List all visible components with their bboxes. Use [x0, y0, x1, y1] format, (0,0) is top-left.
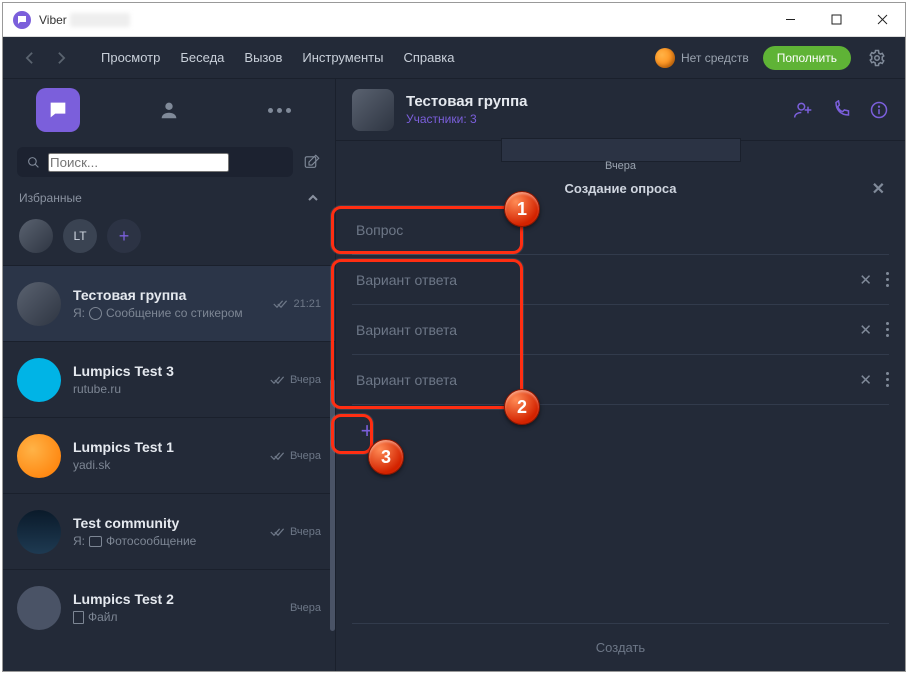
chat-item-subtitle: rutube.ru — [73, 382, 270, 396]
chat-list-item[interactable]: Test community Я:ФотосообщениеВчера — [3, 493, 335, 569]
option-remove-button[interactable]: ✕ — [859, 371, 872, 389]
option-drag-handle[interactable] — [886, 272, 889, 287]
compose-button[interactable] — [303, 153, 321, 171]
poll-option-row[interactable]: ✕ — [352, 355, 889, 405]
favorite-contact[interactable] — [19, 219, 53, 253]
chat-item-meta: Вчера — [270, 450, 321, 462]
read-checks-icon — [270, 375, 286, 385]
chat-item-meta: Вчера — [290, 602, 321, 614]
chat-members[interactable]: Участники: 3 — [406, 112, 793, 126]
option-drag-handle[interactable] — [886, 322, 889, 337]
chat-header: Тестовая группа Участники: 3 — [336, 79, 905, 141]
add-member-icon[interactable] — [793, 100, 813, 120]
balance-indicator[interactable]: Нет средств — [655, 48, 749, 68]
settings-button[interactable] — [859, 49, 895, 67]
message-strip: Вчера — [336, 141, 905, 171]
call-icon[interactable] — [831, 100, 851, 120]
chat-item-subtitle: Я:Фотосообщение — [73, 534, 270, 548]
tab-contacts[interactable] — [147, 88, 191, 132]
favorite-contact[interactable]: LT — [63, 219, 97, 253]
option-remove-button[interactable]: ✕ — [859, 321, 872, 339]
chat-item-title: Lumpics Test 2 — [73, 591, 290, 607]
poll-option-input[interactable] — [352, 266, 859, 294]
camera-icon — [89, 536, 102, 547]
chat-item-meta: Вчера — [270, 374, 321, 386]
chat-item-avatar — [17, 358, 61, 402]
chat-item-subtitle: Файл — [73, 610, 290, 624]
window-close-button[interactable] — [859, 3, 905, 37]
scrollbar-thumb[interactable] — [330, 379, 335, 631]
favorites-header[interactable]: Избранные — [3, 183, 335, 213]
file-icon — [73, 611, 84, 624]
chat-item-subtitle: Я:Сообщение со стикером — [73, 306, 273, 320]
chat-list-item[interactable]: Lumpics Test 2 ФайлВчера — [3, 569, 335, 645]
chat-list-item[interactable]: Тестовая группа Я:Сообщение со стикером21… — [3, 265, 335, 341]
sidebar: Избранные LT + Тестовая группа Я:Сообщени… — [3, 79, 336, 671]
chat-list-item[interactable]: Lumpics Test 3 rutube.ruВчера — [3, 341, 335, 417]
smiley-icon — [89, 307, 102, 320]
option-remove-button[interactable]: ✕ — [859, 271, 872, 289]
search-field[interactable] — [48, 153, 229, 172]
search-input[interactable] — [17, 147, 293, 177]
nav-back-button[interactable] — [15, 44, 43, 72]
poll-add-option-button[interactable]: + — [352, 416, 382, 446]
poll-option-input[interactable] — [352, 366, 859, 394]
poll-panel-title: Создание опроса — [565, 181, 677, 196]
read-checks-icon — [270, 527, 286, 537]
chat-title: Тестовая группа — [406, 93, 793, 110]
poll-create-panel: Создание опроса ✕ ✕ — [336, 171, 905, 671]
menu-help[interactable]: Справка — [403, 50, 454, 65]
chat-item-title: Тестовая группа — [73, 287, 273, 303]
chat-item-avatar — [17, 282, 61, 326]
window-title-blur — [70, 13, 130, 27]
chat-item-meta: 21:21 — [273, 298, 321, 310]
poll-option-row[interactable]: ✕ — [352, 255, 889, 305]
poll-create-button[interactable]: Создать — [352, 623, 889, 671]
chat-item-title: Lumpics Test 1 — [73, 439, 270, 455]
poll-question-field[interactable] — [352, 205, 889, 255]
poll-close-button[interactable]: ✕ — [872, 179, 885, 199]
chat-item-title: Lumpics Test 3 — [73, 363, 270, 379]
viber-logo-icon — [13, 11, 31, 29]
chat-item-avatar — [17, 434, 61, 478]
menu-call[interactable]: Вызов — [244, 50, 282, 65]
chat-list: Тестовая группа Я:Сообщение со стикером21… — [3, 265, 335, 671]
chat-content: Тестовая группа Участники: 3 Вчера — [336, 79, 905, 671]
read-checks-icon — [273, 299, 289, 309]
chat-item-avatar — [17, 586, 61, 630]
chat-avatar[interactable] — [352, 89, 394, 131]
chat-item-avatar — [17, 510, 61, 554]
chat-item-title: Test community — [73, 515, 270, 531]
favorite-add-button[interactable]: + — [107, 219, 141, 253]
option-drag-handle[interactable] — [886, 372, 889, 387]
window-minimize-button[interactable] — [767, 3, 813, 37]
menu-view[interactable]: Просмотр — [101, 50, 160, 65]
chat-list-item[interactable]: Lumpics Test 1 yadi.skВчера — [3, 417, 335, 493]
balance-label: Нет средств — [681, 51, 749, 65]
menubar: Просмотр Беседа Вызов Инструменты Справк… — [3, 37, 905, 79]
window-titlebar: Viber — [3, 3, 905, 37]
balance-icon — [655, 48, 675, 68]
menu-tools[interactable]: Инструменты — [302, 50, 383, 65]
chat-item-meta: Вчера — [270, 526, 321, 538]
window-title: Viber — [39, 13, 67, 27]
tab-more[interactable] — [258, 88, 302, 132]
topup-button[interactable]: Пополнить — [763, 46, 851, 70]
chevron-up-icon — [307, 192, 319, 204]
menu-chat[interactable]: Беседа — [180, 50, 224, 65]
poll-option-row[interactable]: ✕ — [352, 305, 889, 355]
nav-forward-button[interactable] — [47, 44, 75, 72]
favorites-label: Избранные — [19, 191, 82, 205]
poll-option-input[interactable] — [352, 316, 859, 344]
tab-chats[interactable] — [36, 88, 80, 132]
window-maximize-button[interactable] — [813, 3, 859, 37]
poll-question-input[interactable] — [352, 216, 889, 244]
read-checks-icon — [270, 451, 286, 461]
chat-item-subtitle: yadi.sk — [73, 458, 270, 472]
info-icon[interactable] — [869, 100, 889, 120]
